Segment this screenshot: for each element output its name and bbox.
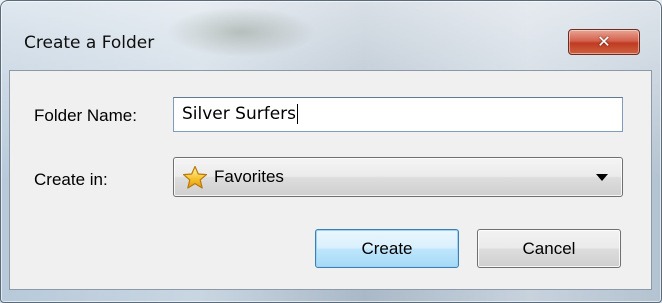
folder-name-value: Silver Surfers xyxy=(182,104,296,124)
title-bar-glass xyxy=(166,7,316,57)
dialog-title: Create a Folder xyxy=(24,33,155,53)
create-in-value: Favorites xyxy=(214,167,284,186)
text-caret xyxy=(297,104,298,124)
folder-name-input[interactable]: Silver Surfers xyxy=(173,97,623,132)
create-in-dropdown[interactable]: Favorites xyxy=(173,157,623,197)
folder-name-label: Folder Name: xyxy=(34,106,137,125)
cancel-button[interactable]: Cancel xyxy=(477,229,621,268)
close-button[interactable]: ✕ xyxy=(568,29,640,55)
close-icon: ✕ xyxy=(597,32,611,51)
create-button[interactable]: Create xyxy=(315,229,459,268)
star-icon xyxy=(182,165,208,189)
chevron-down-icon[interactable] xyxy=(596,174,608,181)
create-in-label: Create in: xyxy=(34,170,108,189)
